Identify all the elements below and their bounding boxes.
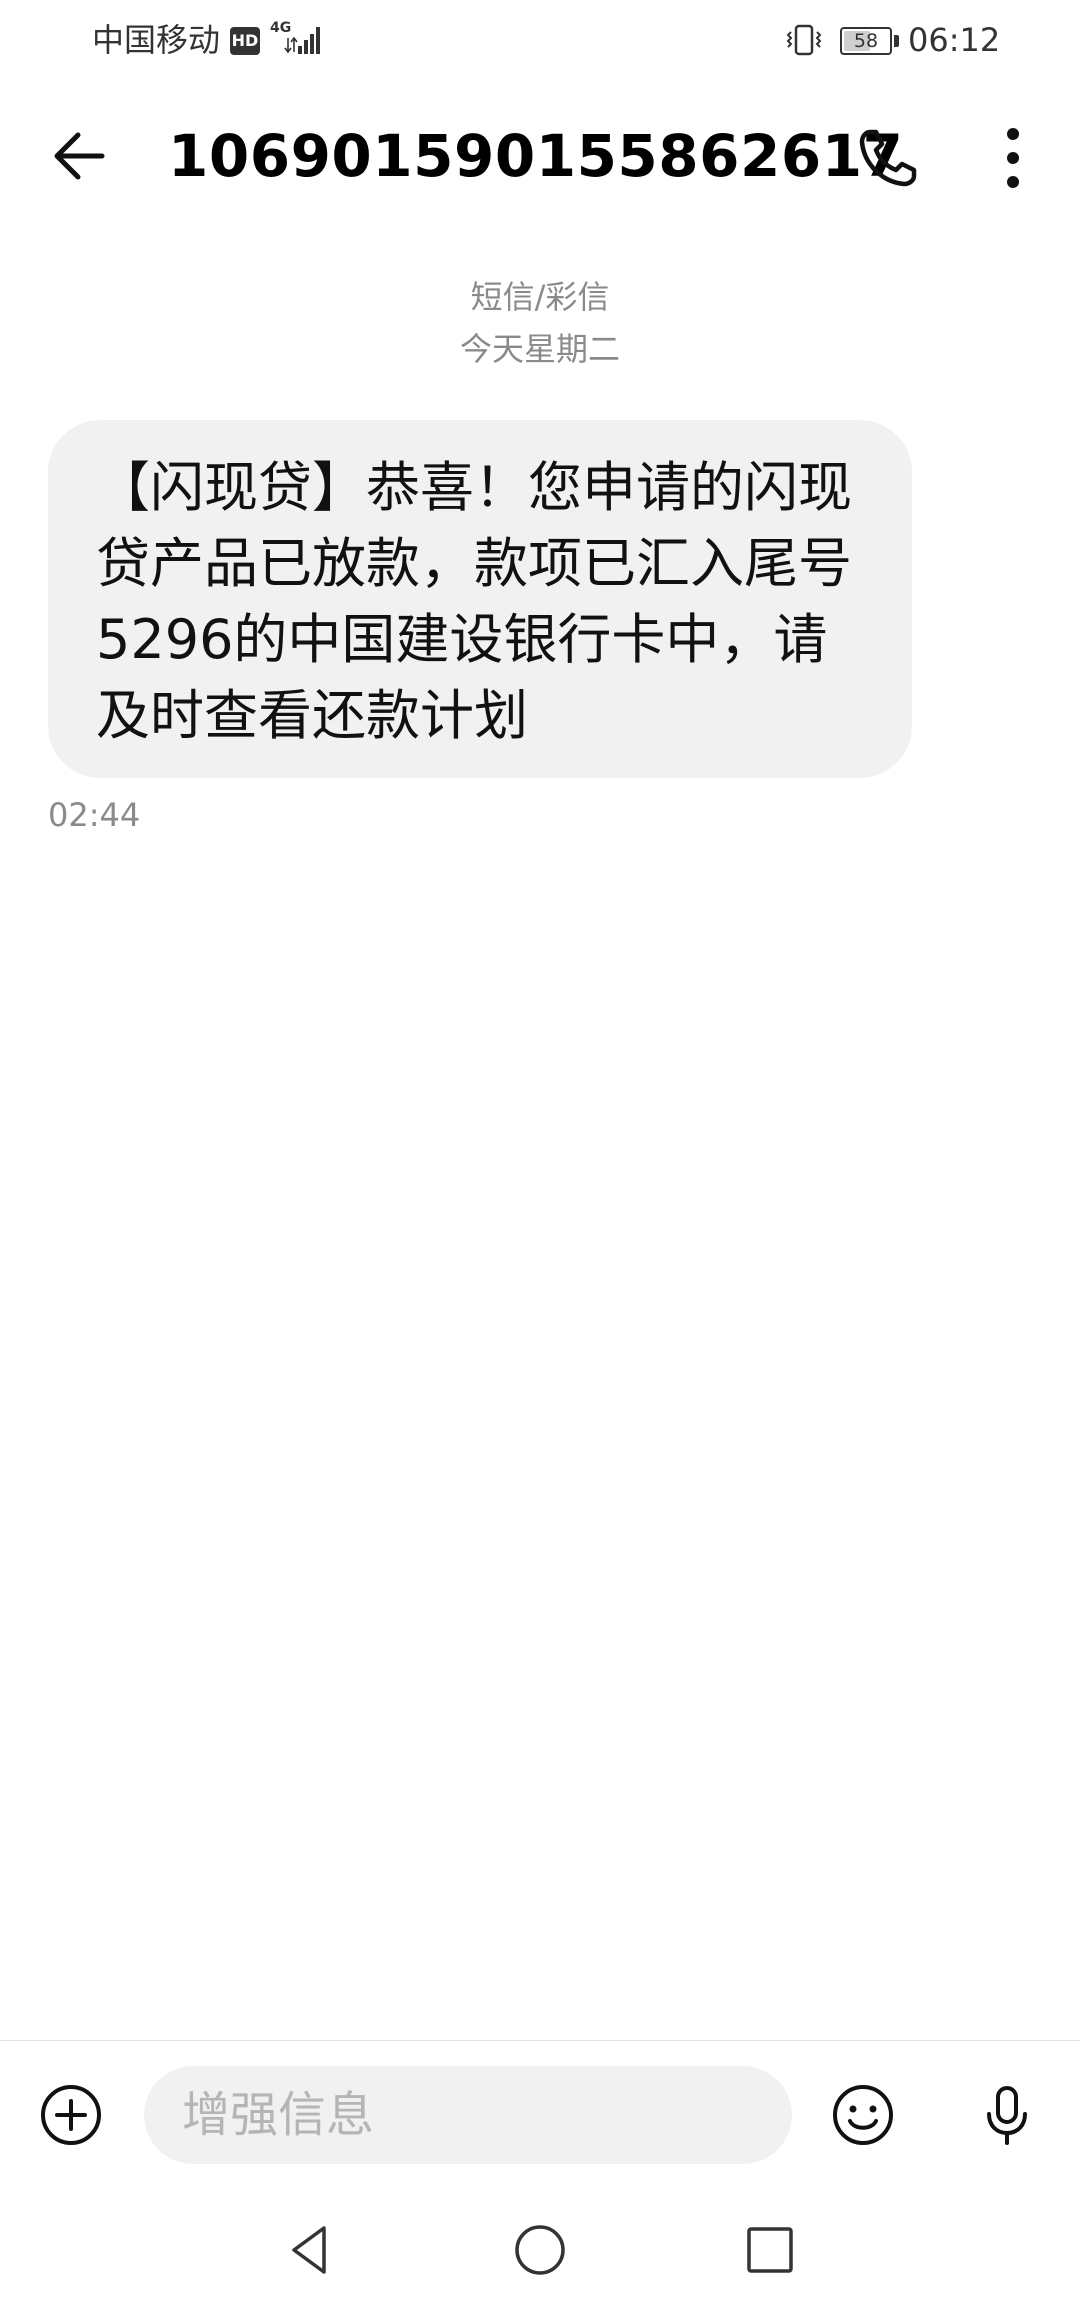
microphone-icon [987, 2086, 1027, 2145]
more-vertical-icon [1007, 128, 1019, 188]
battery-tip [894, 35, 899, 47]
message-input[interactable] [144, 2066, 792, 2164]
add-circle-icon [41, 2085, 101, 2145]
battery-icon: 58 [840, 27, 892, 55]
more-options-button[interactable] [988, 118, 1038, 198]
nav-recents-icon [747, 2227, 793, 2273]
emoji-button[interactable] [828, 2080, 898, 2150]
compose-divider [0, 2040, 1080, 2041]
hd-badge: HD [230, 27, 260, 55]
nav-home-button[interactable] [508, 2218, 572, 2282]
status-bar: 中国移动 HD 4G 58 06:12 [0, 0, 1080, 82]
phone-icon [859, 129, 917, 187]
nav-recents-button[interactable] [738, 2218, 802, 2282]
nav-back-icon [292, 2226, 326, 2274]
message-text: 【闪现贷】恭喜！您申请的闪现贷产品已放款，款项已汇入尾号5296的中国建设银行卡… [96, 456, 852, 747]
back-arrow-icon [54, 132, 105, 180]
vibrate-icon [784, 22, 824, 58]
date-separator: 今天星期二 [459, 330, 620, 368]
signal-icon [284, 24, 324, 56]
message-timestamp: 02:44 [48, 796, 141, 834]
nav-back-button[interactable] [280, 2218, 344, 2282]
contact-number: 106901590155862617 [168, 122, 904, 190]
emoji-icon [833, 2085, 893, 2145]
carrier-name: 中国移动 [92, 21, 221, 59]
back-button[interactable] [44, 116, 124, 196]
battery-level: 58 [853, 30, 879, 52]
nav-home-icon [515, 2225, 565, 2275]
voice-input-button[interactable] [972, 2080, 1042, 2150]
message-type-label: 短信/彩信 [470, 278, 610, 316]
call-button[interactable] [848, 118, 928, 198]
add-attachment-button[interactable] [36, 2080, 106, 2150]
message-bubble[interactable]: 【闪现贷】恭喜！您申请的闪现贷产品已放款，款项已汇入尾号5296的中国建设银行卡… [48, 420, 912, 778]
clock: 06:12 [908, 21, 1001, 59]
conversation-header: 106901590155862617 [0, 82, 1080, 228]
